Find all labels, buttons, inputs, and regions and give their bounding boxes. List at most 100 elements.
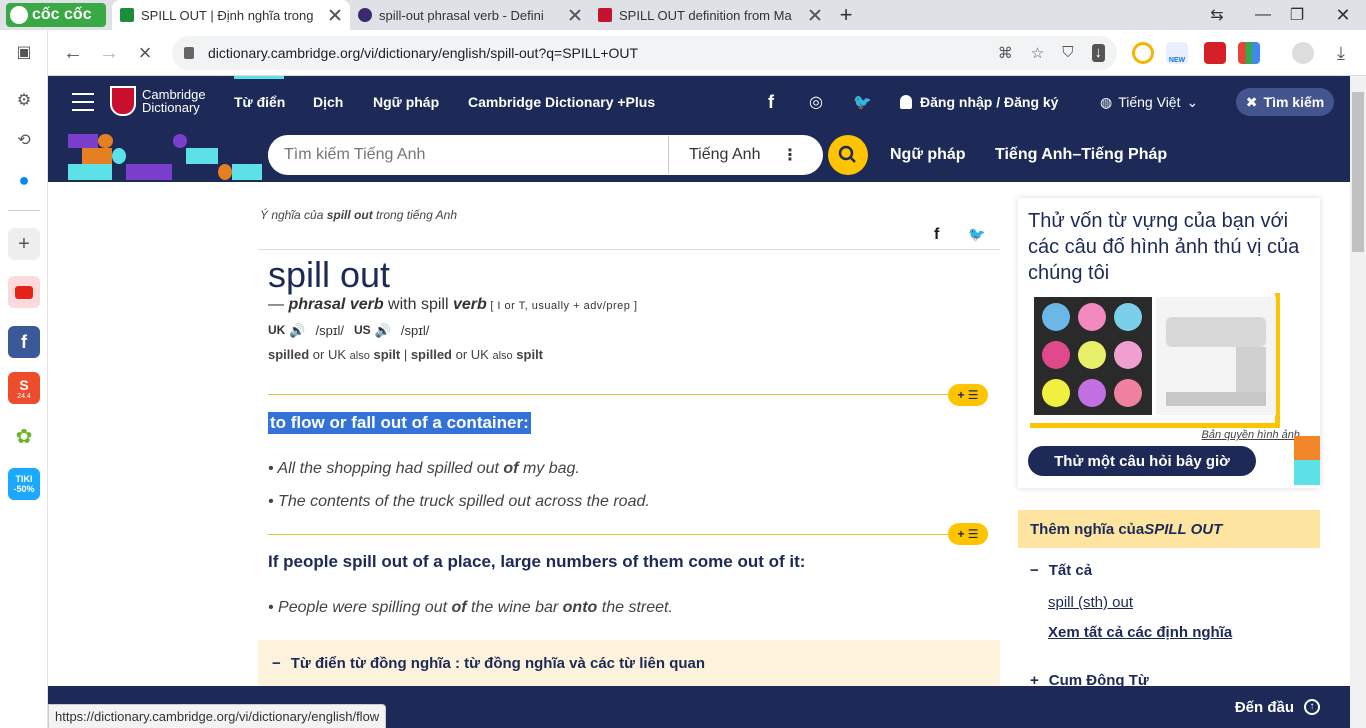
coccoc-food-icon[interactable]: ✿ — [8, 420, 40, 452]
language-label: Tiếng Việt — [1118, 94, 1181, 110]
sense-divider — [268, 394, 988, 395]
youtube-icon[interactable] — [8, 276, 40, 308]
quiz-image[interactable] — [1030, 293, 1280, 428]
share-facebook-icon[interactable]: f — [934, 226, 939, 244]
stop-loading-button[interactable]: × — [130, 38, 160, 68]
us-audio-icon[interactable]: 🔊 — [375, 323, 391, 339]
logo-line2: Dictionary — [142, 100, 200, 115]
add-to-list-button[interactable]: + ☰ — [948, 384, 988, 406]
bookmark-star-icon[interactable]: ☆ — [1031, 44, 1044, 62]
back-button[interactable]: ← — [58, 38, 88, 68]
eyeshadow-palette-image — [1034, 297, 1152, 415]
shield-icon[interactable]: ⛉ — [1062, 44, 1073, 62]
add-app-icon[interactable]: + — [8, 228, 40, 260]
user-icon — [900, 95, 912, 109]
close-window-button[interactable]: ✕ — [1320, 0, 1366, 30]
search-input[interactable] — [268, 136, 668, 174]
tab-3[interactable]: SPILL OUT definition from Ma — [590, 0, 830, 30]
address-bar[interactable]: dictionary.cambridge.org/vi/dictionary/e… — [172, 36, 1117, 70]
example: • The contents of the truck spilled out … — [268, 493, 650, 510]
image-credit-link[interactable]: Bản quyền hình ảnh — [1202, 429, 1300, 441]
close-tab-icon[interactable] — [328, 8, 342, 22]
url-text: dictionary.cambridge.org/vi/dictionary/e… — [208, 45, 639, 61]
subnav-english-french[interactable]: Tiếng Anh–Tiếng Pháp — [995, 128, 1167, 182]
search-submit-button[interactable] — [828, 135, 868, 175]
chrome-ext-icon[interactable] — [1132, 42, 1154, 64]
search-icon — [838, 145, 856, 163]
new-tab-button[interactable]: + — [830, 0, 862, 30]
red-ext-icon[interactable] — [1204, 42, 1226, 64]
login-link[interactable]: Đăng nhập / Đăng ký — [900, 76, 1058, 128]
globe-icon: ◍ — [1100, 93, 1113, 110]
lock-icon — [184, 47, 194, 59]
restore-tabs-button[interactable]: ⇆ — [1194, 0, 1240, 30]
quiz-button[interactable]: Thử một câu hỏi bây giờ — [1028, 446, 1256, 476]
browser-toolbar: ← → × dictionary.cambridge.org/vi/dictio… — [48, 30, 1366, 76]
sense-divider — [268, 534, 988, 535]
search-language-select[interactable]: Tiếng Anh ⋮ — [668, 136, 818, 174]
sewing-machine-image — [1156, 297, 1276, 415]
new-badge: NEW — [1168, 57, 1186, 64]
tab-2[interactable]: spill-out phrasal verb - Defini — [350, 0, 590, 30]
all-meanings-toggle[interactable]: − Tất cả — [1030, 562, 1092, 579]
twitter-icon[interactable]: 🐦 — [853, 76, 872, 128]
colorful-ext-icon[interactable] — [1238, 42, 1260, 64]
arrow-up-icon: ↑ — [1304, 699, 1320, 715]
facebook-icon[interactable]: f — [768, 76, 774, 128]
thesaurus-toggle[interactable]: − Từ điển từ đồng nghĩa : từ đồng nghĩa … — [258, 640, 1000, 686]
cambridge-logo[interactable]: Cambridge Dictionary — [110, 86, 206, 116]
site-header: Cambridge Dictionary Từ điển Dịch Ngữ phá… — [48, 76, 1350, 128]
cambridge-crest-icon — [110, 86, 136, 116]
nav-plus[interactable]: Cambridge Dictionary +Plus — [468, 76, 655, 128]
close-tab-icon[interactable] — [808, 8, 822, 22]
forward-button[interactable]: → — [94, 38, 124, 68]
share-twitter-icon[interactable]: 🐦 — [968, 226, 985, 243]
sidebar-toggle-icon[interactable]: ▣ — [8, 36, 40, 68]
shopee-badge: 24.4 — [17, 392, 31, 400]
back-to-top-button[interactable]: Đến đầu ↑ — [1235, 686, 1320, 728]
messenger-icon[interactable]: ● — [8, 164, 40, 196]
back-to-top-label: Đến đầu — [1234, 698, 1294, 716]
login-label: Đăng nhập / Đăng ký — [920, 94, 1059, 110]
translate-icon[interactable]: ⌘ — [998, 44, 1013, 62]
scrollbar-thumb[interactable] — [1352, 92, 1364, 252]
close-tab-icon[interactable] — [568, 8, 582, 22]
part-of-speech: — phrasal verb with spill verb [ I or T,… — [268, 296, 638, 313]
definition-1: to flow or fall out of a container: — [268, 412, 531, 434]
nav-grammar[interactable]: Ngữ pháp — [373, 76, 439, 128]
tiki-icon[interactable]: TIKI -50% — [8, 468, 40, 500]
download-tray-icon[interactable]: ⤓ — [1326, 38, 1356, 68]
subnav-grammar[interactable]: Ngữ pháp — [890, 128, 966, 182]
more-vert-icon: ⋮ — [782, 147, 798, 164]
search-toggle-button[interactable]: ✖ Tìm kiếm — [1236, 88, 1334, 116]
avatar[interactable] — [1292, 42, 1314, 64]
minus-icon: − — [1030, 562, 1039, 579]
more-meanings-header: Thêm nghĩa của SPILL OUT — [1018, 510, 1320, 548]
uk-audio-icon[interactable]: 🔊 — [289, 323, 305, 339]
instagram-icon[interactable]: ◎ — [809, 76, 823, 128]
maximize-button[interactable]: ❐ — [1274, 0, 1320, 30]
tab-strip: cốc cốc SPILL OUT | Định nghĩa trong spi… — [0, 0, 1366, 30]
shopee-bag-icon: S — [19, 376, 29, 393]
add-to-list-button[interactable]: + ☰ — [948, 523, 988, 545]
header-divider — [258, 249, 1000, 250]
history-icon[interactable]: ⟲ — [8, 124, 40, 156]
tab-active[interactable]: SPILL OUT | Định nghĩa trong — [112, 0, 350, 30]
see-all-link[interactable]: Xem tất cả các định nghĩa — [1048, 624, 1232, 641]
new-badge-ext-icon[interactable]: NEW — [1166, 42, 1188, 64]
related-link[interactable]: spill (sth) out — [1048, 594, 1133, 611]
headword: spill out — [268, 254, 391, 295]
rail-divider — [8, 210, 40, 211]
language-select[interactable]: ◍ Tiếng Việt ⌄ — [1100, 76, 1198, 128]
shopee-icon[interactable]: S 24.4 — [8, 372, 40, 404]
settings-icon[interactable]: ⚙ — [8, 84, 40, 116]
verb-forms: spilled or UK also spilt | spilled or UK… — [268, 347, 544, 362]
menu-icon[interactable] — [72, 93, 94, 111]
example: • People were spilling out of the wine b… — [268, 599, 673, 616]
tab-title: SPILL OUT definition from Ma — [619, 7, 792, 23]
coccoc-menu-button[interactable]: cốc cốc — [6, 3, 106, 27]
nav-translate[interactable]: Dịch — [313, 76, 343, 128]
nav-dictionary[interactable]: Từ điển — [234, 76, 285, 128]
download-icon[interactable]: ↓ — [1091, 44, 1105, 62]
facebook-icon[interactable]: f — [8, 326, 40, 358]
